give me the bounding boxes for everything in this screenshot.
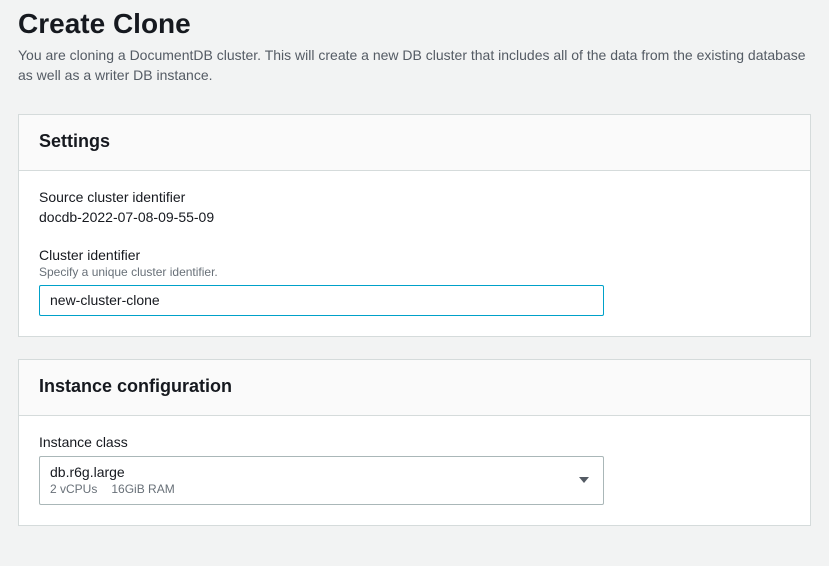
instance-class-label: Instance class [39,434,790,450]
page-title: Create Clone [18,6,811,41]
settings-panel-body: Source cluster identifier docdb-2022-07-… [19,171,810,336]
cluster-identifier-hint: Specify a unique cluster identifier. [39,265,790,279]
settings-panel: Settings Source cluster identifier docdb… [18,114,811,337]
instance-class-selected-details: 2 vCPUs 16GiB RAM [50,481,175,497]
page-subtitle: You are cloning a DocumentDB cluster. Th… [18,45,811,86]
instance-config-panel: Instance configuration Instance class db… [18,359,811,526]
settings-heading: Settings [39,131,790,152]
cluster-identifier-label: Cluster identifier [39,247,790,263]
cluster-identifier-input[interactable] [39,285,604,316]
caret-down-icon [579,477,589,483]
settings-panel-header: Settings [19,115,810,171]
source-cluster-value: docdb-2022-07-08-09-55-09 [39,209,790,225]
source-cluster-field: Source cluster identifier docdb-2022-07-… [39,189,790,225]
source-cluster-label: Source cluster identifier [39,189,790,205]
instance-class-field: Instance class db.r6g.large 2 vCPUs 16GiB… [39,434,790,505]
instance-config-heading: Instance configuration [39,376,790,397]
instance-class-ram: 16GiB RAM [111,482,174,496]
instance-config-panel-body: Instance class db.r6g.large 2 vCPUs 16GiB… [19,416,810,525]
cluster-identifier-field: Cluster identifier Specify a unique clus… [39,247,790,316]
instance-class-select-text: db.r6g.large 2 vCPUs 16GiB RAM [50,463,175,498]
instance-class-selected-value: db.r6g.large [50,463,175,482]
instance-config-panel-header: Instance configuration [19,360,810,416]
instance-class-select[interactable]: db.r6g.large 2 vCPUs 16GiB RAM [39,456,604,505]
instance-class-cpu: 2 vCPUs [50,482,97,496]
